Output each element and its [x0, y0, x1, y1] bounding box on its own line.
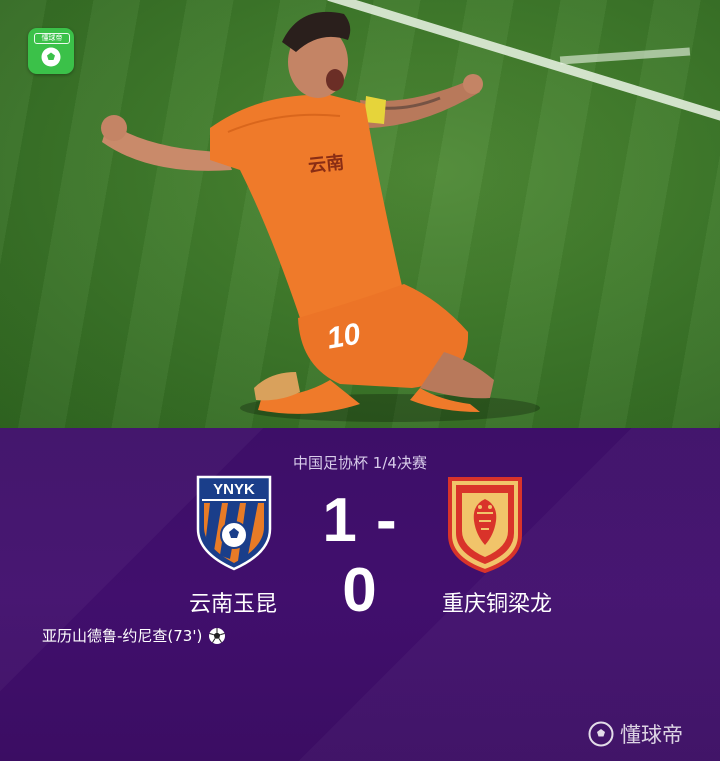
watermark-text: 懂球帝	[620, 723, 683, 747]
home-crest-text: YNYK	[213, 481, 255, 498]
app-badge-label: 懂球帝	[34, 33, 70, 44]
scoreboard: 中国足协杯 1/4决赛 YNYK 1 - 0 云南玉昆 重庆铜梁龙 亚历山德鲁-…	[0, 428, 720, 761]
jersey-chest-text: 云南	[307, 152, 346, 177]
away-team-crest	[448, 477, 522, 573]
home-team-crest: YNYK	[196, 475, 272, 571]
soccer-ball-icon	[588, 721, 614, 747]
match-photo: 云南 10 懂球帝	[0, 0, 720, 428]
score-separator: -	[376, 486, 398, 555]
competition-title: 中国足协杯 1/4决赛	[293, 454, 427, 472]
home-team-name: 云南玉昆	[188, 592, 277, 617]
jersey-number: 10	[324, 317, 363, 356]
app-badge: 懂球帝	[28, 28, 74, 74]
goal-scorer: 亚历山德鲁-约尼查(73')	[42, 625, 226, 646]
celebrating-player	[101, 11, 540, 422]
goal-scorer-text: 亚历山德鲁-约尼查(73')	[42, 627, 203, 645]
soccer-ball-icon	[209, 627, 226, 644]
away-team-name: 重庆铜梁龙	[441, 592, 552, 617]
watermark: 懂球帝	[588, 719, 683, 749]
home-score: 1	[322, 486, 358, 555]
soccer-ball-icon	[41, 47, 61, 67]
